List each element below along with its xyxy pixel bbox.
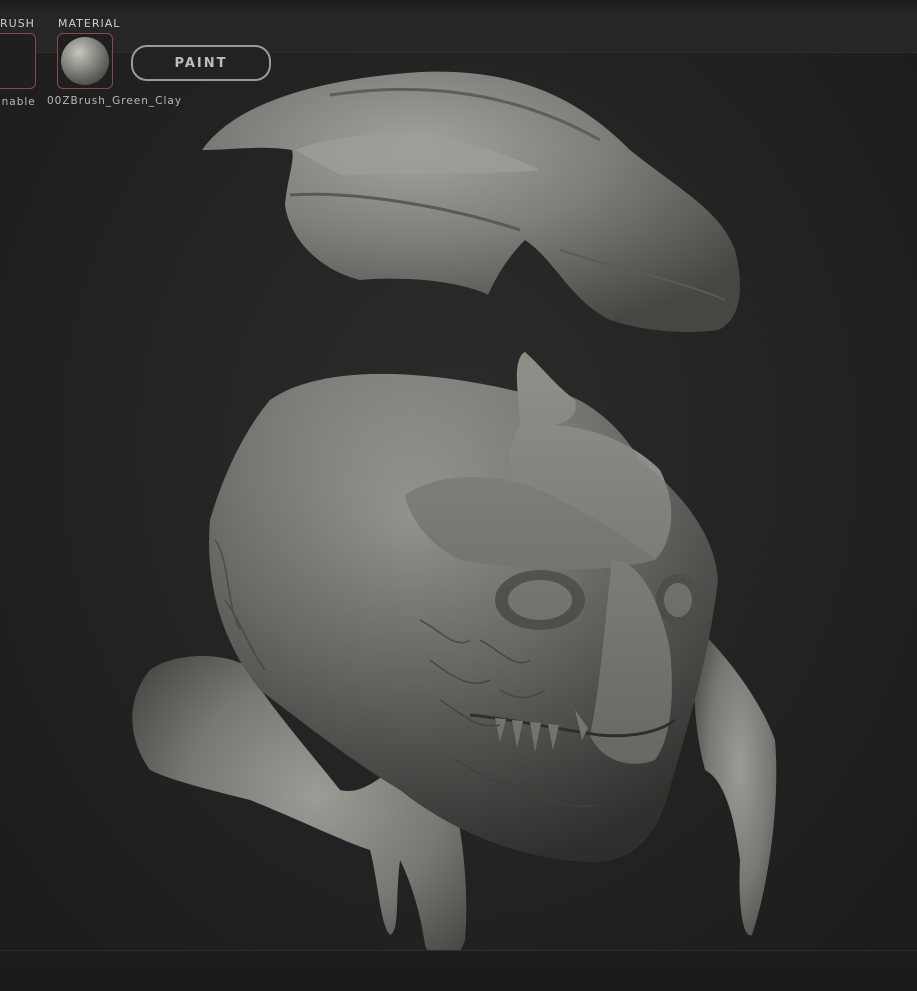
viewport-canvas[interactable] [0,0,917,991]
bottom-bar [0,950,917,991]
zbrush-window: RUSH Enable MATERIAL 00ZBrush_Green_Clay… [0,0,917,991]
crest-mesh[interactable] [202,71,740,332]
right-flap [694,630,777,936]
crest-body [202,71,740,332]
head-mesh[interactable] [132,352,777,966]
